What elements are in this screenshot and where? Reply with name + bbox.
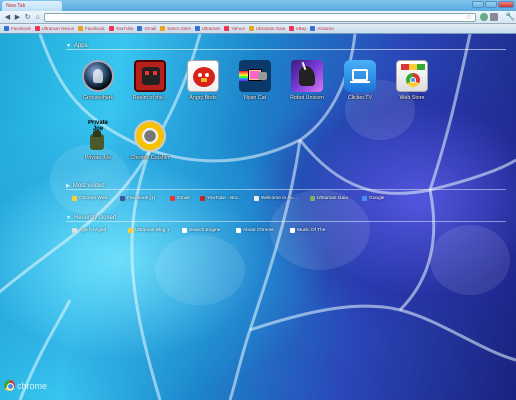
- favicon-icon: [128, 228, 133, 233]
- favicon-icon: [72, 196, 77, 201]
- favicon-icon: [120, 196, 125, 201]
- most-visited-section-header[interactable]: ▶ Most visited: [66, 182, 506, 190]
- collapse-triangle-icon: ▼: [66, 42, 71, 49]
- recently-closed-item[interactable]: Search Engine: [182, 228, 220, 233]
- most-visited-item[interactable]: Gmail: [170, 196, 190, 201]
- most-visited-item[interactable]: Welcome to Ac...: [254, 196, 297, 201]
- nyan-cat-icon: [239, 60, 271, 92]
- favicon-icon: [72, 228, 77, 233]
- private-joe-icon: Private Joe: [82, 120, 114, 152]
- section-title: Most visited: [72, 182, 105, 189]
- grooveshark-icon: [82, 60, 114, 92]
- favicon-icon: [310, 26, 316, 31]
- chrome-crusher-icon: [134, 120, 166, 152]
- bookmark-item[interactable]: Sam's Sites: [160, 26, 191, 31]
- most-visited-item[interactable]: Ultraman Gaia: [310, 196, 348, 201]
- chrome-logo-icon: [4, 380, 15, 391]
- bookmark-item[interactable]: Ultraman Gaia: [249, 26, 285, 31]
- close-button[interactable]: [498, 1, 514, 8]
- app-tile-private-joe[interactable]: Private Joe Private Joe: [72, 120, 124, 161]
- angry-birds-icon: [187, 60, 219, 92]
- home-icon[interactable]: ⌂: [33, 13, 42, 22]
- recently-closed-section-header[interactable]: ▼ Recently closed: [66, 214, 506, 222]
- favicon-icon: [108, 26, 114, 31]
- favicon-icon: [224, 26, 230, 31]
- favicon-icon: [254, 196, 259, 201]
- recently-closed-item[interactable]: Ultraman Blog 1: [128, 228, 169, 233]
- realm-of-the-mad-god-icon: [134, 60, 166, 92]
- most-visited-item[interactable]: YouTube - Bro...: [200, 196, 242, 201]
- tab-new-tab[interactable]: New Tab: [2, 1, 62, 11]
- robot-unicorn-icon: [291, 60, 323, 92]
- minimize-button[interactable]: [472, 1, 484, 8]
- most-visited-item[interactable]: Chrome Web...: [72, 196, 111, 201]
- favicon-icon: [194, 26, 200, 31]
- favicon-icon: [236, 228, 241, 233]
- web-store-icon: [396, 60, 428, 92]
- app-tile-nyan-cat[interactable]: Nyan Cat: [229, 60, 281, 101]
- app-tile-clicker-tv[interactable]: Clicker.TV: [334, 60, 386, 101]
- bookmark-item[interactable]: Ultraman Nexus: [34, 26, 74, 31]
- favicon-icon: [249, 26, 255, 31]
- collapse-triangle-icon: ▶: [66, 182, 70, 189]
- favicon-icon: [200, 196, 205, 201]
- tab-title: New Tab: [6, 3, 26, 9]
- bookmark-item[interactable]: Facebook: [78, 26, 105, 31]
- bookmark-item[interactable]: YouTube: [108, 26, 133, 31]
- app-tile-grooveshark[interactable]: Grooveshark: [72, 60, 124, 101]
- recently-closed-item[interactable]: Age Of Aged: [72, 228, 106, 233]
- back-arrow-icon[interactable]: ◀: [3, 13, 12, 22]
- apps-section-header[interactable]: ▼ Apps: [66, 42, 506, 50]
- favicon-icon: [290, 228, 295, 233]
- favicon-icon: [289, 26, 295, 31]
- wrench-menu-icon[interactable]: 🔧: [505, 12, 515, 21]
- chrome-wordmark: chrome: [17, 380, 48, 391]
- bookmark-item[interactable]: eBay: [289, 26, 306, 31]
- bookmark-item[interactable]: Ultraman: [194, 26, 220, 31]
- bookmark-item[interactable]: Gmail: [137, 26, 156, 31]
- bookmarks-bar: Facebook Ultraman Nexus Facebook YouTube…: [0, 24, 516, 34]
- app-tile-web-store[interactable]: Web Store: [386, 60, 438, 101]
- omnibox-input[interactable]: ☆: [44, 13, 476, 22]
- bookmark-item[interactable]: Facebook: [4, 26, 31, 31]
- toolbar: ◀ ▶ ↻ ⌂ ☆ 🔧: [0, 11, 516, 24]
- app-tile-robot-unicorn[interactable]: Robot Unicorn: [281, 60, 333, 101]
- favicon-icon: [182, 228, 187, 233]
- section-title: Recently closed: [73, 214, 117, 221]
- maximize-button[interactable]: [485, 1, 497, 8]
- section-title: Apps: [73, 42, 88, 49]
- recently-closed-item[interactable]: Music Of The: [290, 228, 325, 233]
- app-tile-realm-of-the-mad-god[interactable]: Realm of the...: [124, 60, 176, 101]
- favicon-icon: [4, 26, 9, 31]
- most-visited-item[interactable]: Google: [362, 196, 384, 201]
- extension-icons: [480, 13, 498, 21]
- chrome-logo: chrome: [4, 380, 47, 391]
- app-tile-angry-birds[interactable]: Angry Birds: [177, 60, 229, 101]
- favicon-icon: [362, 196, 367, 201]
- extension-icon[interactable]: [490, 13, 498, 21]
- clicker-tv-icon: [344, 60, 376, 92]
- bookmark-item[interactable]: Amazon: [310, 26, 334, 31]
- reload-icon[interactable]: ↻: [23, 13, 32, 22]
- title-bar: New Tab: [0, 0, 516, 11]
- favicon-icon: [170, 196, 175, 201]
- window-controls: [472, 1, 514, 8]
- favicon-icon: [78, 26, 84, 31]
- extension-icon[interactable]: [480, 13, 488, 21]
- favicon-icon: [137, 26, 143, 31]
- forward-arrow-icon[interactable]: ▶: [13, 13, 22, 22]
- bookmark-item[interactable]: Yahoo!: [224, 26, 245, 31]
- favicon-icon: [160, 26, 166, 31]
- favicon-icon: [34, 26, 40, 31]
- most-visited-item[interactable]: Facebook (1): [120, 196, 155, 201]
- recently-closed-item[interactable]: About Chrome: [236, 228, 274, 233]
- favicon-icon: [310, 196, 315, 201]
- bookmark-star-icon[interactable]: ☆: [466, 13, 472, 21]
- collapse-triangle-icon: ▼: [66, 214, 71, 221]
- app-tile-chrome-crusher[interactable]: Chrome Crusher: [124, 120, 176, 161]
